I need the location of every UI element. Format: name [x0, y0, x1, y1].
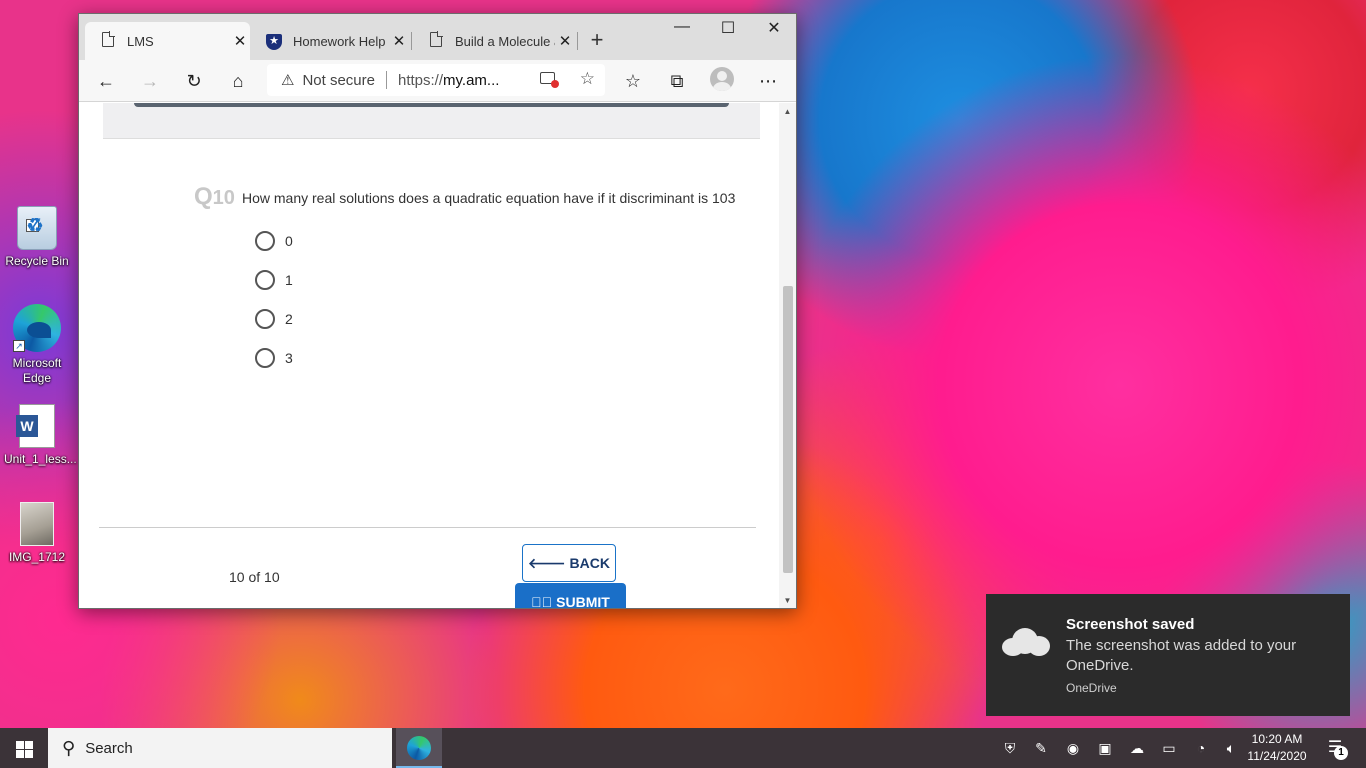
- word-document-icon: W: [16, 404, 55, 448]
- forward-arrow-icon[interactable]: →: [135, 67, 165, 95]
- back-arrow-icon[interactable]: ←: [91, 67, 121, 95]
- option-label: 0: [285, 233, 293, 249]
- windows-start-icon[interactable]: [0, 728, 48, 768]
- edge-icon: ↗: [13, 304, 61, 352]
- browser-toolbar: ← → ↻ ⌂ ⚠ Not secure https://my.am... ☆ …: [79, 60, 796, 102]
- divider: [99, 527, 756, 528]
- tab-label: Build a Molecule a: [455, 33, 555, 49]
- arrow-left-icon: 🡐: [528, 554, 566, 571]
- submit-button[interactable]: ✓⃝ SUBMIT: [515, 583, 626, 608]
- desktop-icon-word-doc[interactable]: W Unit_1_less...: [4, 404, 77, 467]
- tab-bar: LMS ✕ ★ Homework Help - ✕ Build a Molecu…: [79, 14, 796, 60]
- browser-window: LMS ✕ ★ Homework Help - ✕ Build a Molecu…: [78, 13, 797, 609]
- answer-option-3[interactable]: 3: [255, 348, 293, 368]
- collections-icon[interactable]: ⧉: [662, 67, 692, 95]
- desktop-icon-label: Recycle Bin: [5, 254, 69, 268]
- page-icon: [97, 31, 119, 50]
- page-content: Q10 How many real solutions does a quadr…: [79, 103, 796, 608]
- question-header-card: [103, 103, 760, 139]
- radio-button[interactable]: [255, 231, 275, 251]
- volume-icon[interactable]: 🔈︎: [1216, 728, 1246, 768]
- radio-button[interactable]: [255, 270, 275, 290]
- new-tab-button[interactable]: +: [584, 27, 610, 53]
- tab-build-a-molecule[interactable]: Build a Molecule a ✕: [413, 22, 575, 60]
- answer-option-2[interactable]: 2: [255, 309, 293, 329]
- desktop-icon-edge[interactable]: ↗ Microsoft Edge: [4, 304, 70, 386]
- question-number: Q10: [194, 183, 235, 210]
- action-center-icon[interactable]: ☰1: [1318, 728, 1352, 768]
- desktop-icon-image[interactable]: IMG_1712: [4, 502, 70, 565]
- toast-body: The screenshot was added to your OneDriv…: [1066, 637, 1297, 674]
- scroll-down-arrow-icon[interactable]: ▼: [779, 594, 796, 608]
- toast-title: Screenshot saved: [1066, 616, 1195, 633]
- vertical-scrollbar[interactable]: ▲ ▼: [779, 103, 796, 608]
- option-label: 3: [285, 350, 293, 366]
- recycle-bin-icon: ✓ ♻: [17, 206, 57, 250]
- check-circle-icon: ✓⃝: [531, 594, 553, 608]
- security-shield-icon[interactable]: ⛨: [995, 728, 1025, 768]
- onedrive-toast-notification[interactable]: Screenshot saved The screenshot was adde…: [986, 594, 1350, 716]
- security-status: Not secure: [302, 71, 375, 89]
- answer-option-0[interactable]: 0: [255, 231, 293, 251]
- desktop-icon-label: IMG_1712: [8, 550, 66, 564]
- close-tab-icon[interactable]: ✕: [389, 32, 409, 50]
- answer-option-1[interactable]: 1: [255, 270, 293, 290]
- scroll-thumb[interactable]: [783, 286, 793, 573]
- tray-app-icon[interactable]: ▣: [1090, 728, 1120, 768]
- search-placeholder: Search: [85, 739, 133, 757]
- question-progress: 10 of 10: [229, 569, 280, 585]
- close-window-button[interactable]: ✕: [751, 18, 797, 42]
- search-icon: ⚲: [62, 737, 76, 758]
- battery-icon[interactable]: ▭: [1154, 728, 1184, 768]
- more-menu-icon[interactable]: ⋯: [753, 67, 783, 95]
- tab-lms[interactable]: LMS ✕: [85, 22, 250, 60]
- back-button[interactable]: 🡐 BACK: [522, 544, 616, 582]
- tab-label: Homework Help -: [293, 33, 389, 49]
- taskbar-search-box[interactable]: ⚲ Search: [48, 728, 392, 768]
- onedrive-tray-icon[interactable]: ☁: [1122, 728, 1152, 768]
- desktop-icon-label: Unit_1_less...: [4, 452, 77, 466]
- page-icon: [425, 31, 447, 50]
- desktop-icon-label: Microsoft Edge: [12, 356, 62, 385]
- option-label: 1: [285, 272, 293, 288]
- tab-homework-help[interactable]: ★ Homework Help - ✕: [251, 22, 409, 60]
- taskbar: ⚲ Search ⛨ ✎ ◉ ▣ ☁ ▭ ◔ 🔈︎ 10:20 AM 11/24…: [0, 728, 1366, 768]
- profile-avatar[interactable]: [710, 67, 734, 91]
- toast-app-name: OneDrive: [1066, 681, 1117, 695]
- tab-separator: [577, 32, 578, 50]
- favorites-icon[interactable]: ☆: [618, 67, 648, 95]
- add-favorite-star-icon[interactable]: ☆: [580, 69, 595, 89]
- radio-button[interactable]: [255, 348, 275, 368]
- radio-button[interactable]: [255, 309, 275, 329]
- onedrive-cloud-icon: [1002, 628, 1050, 656]
- notification-count-badge: 1: [1334, 746, 1348, 760]
- shield-star-icon: ★: [263, 32, 285, 50]
- refresh-icon[interactable]: ↻: [179, 67, 209, 95]
- home-icon[interactable]: ⌂: [223, 67, 253, 95]
- question-text: How many real solutions does a quadratic…: [242, 190, 736, 206]
- clock-date: 11/24/2020: [1247, 749, 1307, 763]
- shortcut-arrow-icon: ↗: [13, 340, 25, 352]
- desktop-icon-recycle-bin[interactable]: ✓ ♻ Recycle Bin: [4, 206, 70, 269]
- wifi-icon[interactable]: ◔: [1186, 728, 1216, 768]
- option-label: 2: [285, 311, 293, 327]
- pen-workspace-icon[interactable]: ✎: [1026, 728, 1056, 768]
- image-thumbnail-icon: [20, 502, 54, 546]
- close-tab-icon[interactable]: ✕: [555, 32, 575, 50]
- warning-icon: ⚠: [281, 72, 295, 89]
- tab-label: LMS: [127, 33, 154, 49]
- address-bar[interactable]: ⚠ Not secure https://my.am... ☆: [267, 64, 605, 96]
- taskbar-edge-icon[interactable]: [396, 728, 442, 768]
- url-text: https://my.am...: [398, 71, 500, 89]
- maximize-button[interactable]: ☐: [705, 18, 751, 42]
- tab-separator: [411, 32, 412, 50]
- minimize-button[interactable]: —: [659, 18, 705, 42]
- tray-edge-icon[interactable]: ◉: [1058, 728, 1088, 768]
- scroll-up-arrow-icon[interactable]: ▲: [779, 105, 796, 119]
- tracking-blocked-icon[interactable]: [540, 72, 559, 88]
- clock-time: 10:20 AM: [1251, 732, 1303, 746]
- taskbar-clock[interactable]: 10:20 AM 11/24/2020: [1244, 731, 1310, 765]
- close-tab-icon[interactable]: ✕: [230, 32, 250, 50]
